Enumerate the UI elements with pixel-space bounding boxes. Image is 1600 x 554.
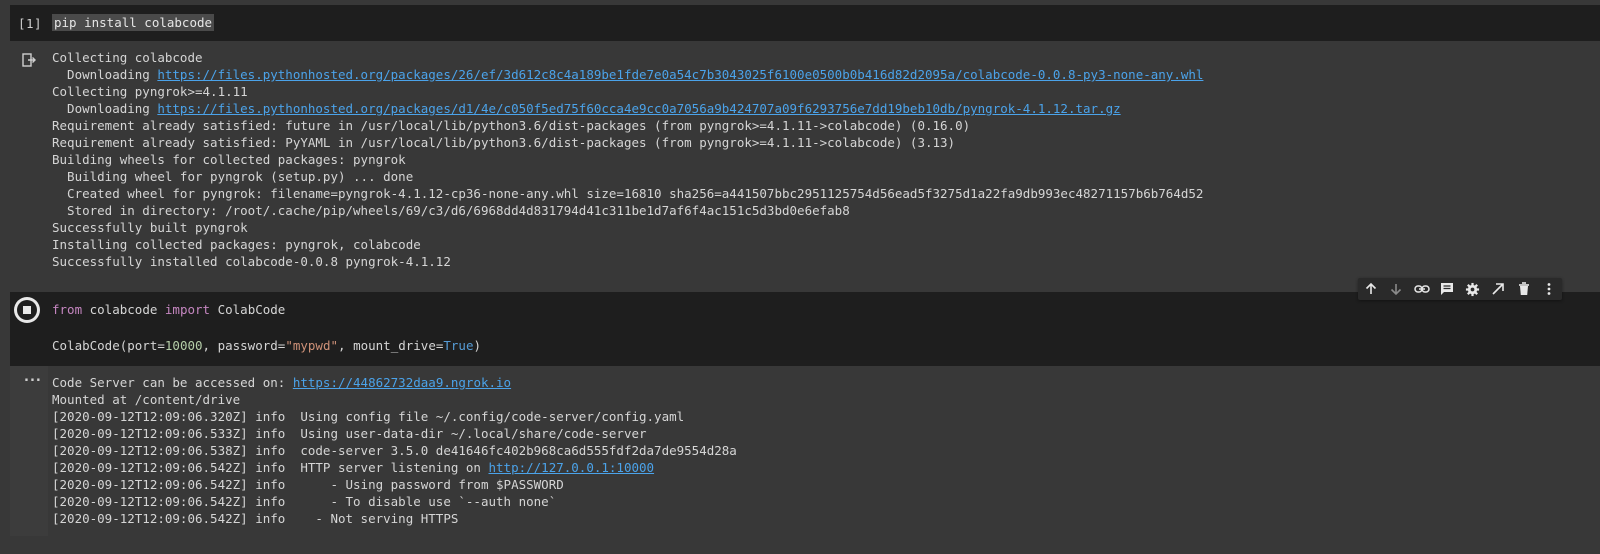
output-line: [2020-09-12T12:09:06.542Z] info - Not se…: [52, 511, 459, 526]
download-link[interactable]: https://files.pythonhosted.org/packages/…: [157, 101, 1120, 116]
output-line: [2020-09-12T12:09:06.542Z] info - Using …: [52, 477, 564, 492]
code-text: , password=: [202, 338, 286, 353]
output-text: Code Server can be accessed on: https://…: [52, 374, 737, 527]
local-server-link[interactable]: http://127.0.0.1:10000: [489, 460, 655, 475]
code-text: , mount_drive=: [338, 338, 444, 353]
stop-execution-button[interactable]: [14, 297, 40, 323]
string-literal: "mypwd": [285, 338, 339, 353]
output-line: Created wheel for pyngrok: filename=pyng…: [52, 186, 1204, 201]
output-line: Collecting colabcode: [52, 50, 203, 65]
ngrok-link[interactable]: https://44862732daa9.ngrok.io: [293, 375, 511, 390]
output-line: Collecting pyngrok>=4.1.11: [52, 84, 248, 99]
stop-square-icon: [23, 306, 31, 314]
output-line: Successfully built pyngrok: [52, 220, 248, 235]
code-cell-1-input[interactable]: [1] pip install colabcode: [10, 5, 1600, 41]
output-line: [2020-09-12T12:09:06.538Z] info code-ser…: [52, 443, 737, 458]
output-actions-button[interactable]: ...: [10, 366, 48, 536]
download-link[interactable]: https://files.pythonhosted.org/packages/…: [157, 67, 1203, 82]
output-line: Requirement already satisfied: future in…: [52, 118, 971, 133]
output-line: Mounted at /content/drive: [52, 392, 241, 407]
output-line: [2020-09-12T12:09:06.542Z] info - To dis…: [52, 494, 557, 509]
output-line: Code Server can be accessed on:: [52, 375, 293, 390]
output-line: Downloading: [52, 101, 158, 116]
link-icon[interactable]: [1409, 278, 1435, 300]
code-cell-1-output: Collecting colabcode Downloading https:/…: [10, 41, 1600, 281]
keyword: from: [52, 302, 83, 317]
output-line: Downloading: [52, 67, 158, 82]
code-line[interactable]: ColabCode(port=10000, password="mypwd", …: [52, 337, 481, 354]
output-line: Building wheel for pyngrok (setup.py) ..…: [52, 169, 414, 184]
code-line[interactable]: pip install colabcode: [52, 14, 215, 31]
output-line: Stored in directory: /root/.cache/pip/wh…: [52, 203, 850, 218]
cell-toolbar: [1358, 278, 1562, 300]
trash-icon[interactable]: [1511, 278, 1537, 300]
output-text: Collecting colabcode Downloading https:/…: [52, 49, 1203, 270]
comment-icon[interactable]: [1435, 278, 1461, 300]
output-line: Requirement already satisfied: PyYAML in…: [52, 135, 956, 150]
output-line: [2020-09-12T12:09:06.533Z] info Using us…: [52, 426, 647, 441]
bottom-spacer: [0, 536, 1600, 554]
keyword: import: [164, 302, 211, 317]
output-line: Installing collected packages: pyngrok, …: [52, 237, 421, 252]
arrow-up-icon[interactable]: [1358, 278, 1384, 300]
more-vert-icon[interactable]: [1537, 278, 1563, 300]
import-name: ColabCode: [210, 302, 286, 317]
code-text: ): [473, 338, 482, 353]
output-line: [2020-09-12T12:09:06.320Z] info Using co…: [52, 409, 685, 424]
output-line: Building wheels for collected packages: …: [52, 152, 406, 167]
code-text: ColabCode(port=: [52, 338, 165, 353]
gear-icon[interactable]: [1460, 278, 1486, 300]
output-clear-icon[interactable]: [22, 53, 36, 67]
ellipsis-icon: ...: [24, 370, 42, 385]
notebook: [1] pip install colabcode Collecting col…: [0, 0, 1600, 554]
output-line: Successfully installed colabcode-0.0.8 p…: [52, 254, 451, 269]
code-cell-2-input[interactable]: from colabcode import ColabCode ColabCod…: [10, 292, 1600, 366]
arrow-down-icon[interactable]: [1384, 278, 1410, 300]
output-line: [2020-09-12T12:09:06.542Z] info HTTP ser…: [52, 460, 489, 475]
module-name: colabcode: [82, 302, 165, 317]
code-line[interactable]: from colabcode import ColabCode: [52, 301, 285, 318]
open-in-new-icon[interactable]: [1486, 278, 1512, 300]
number-literal: 10000: [164, 338, 203, 353]
execution-count: [1]: [18, 16, 43, 31]
code-cell-2-output: ... Code Server can be accessed on: http…: [10, 366, 1600, 536]
boolean-literal: True: [443, 338, 474, 353]
